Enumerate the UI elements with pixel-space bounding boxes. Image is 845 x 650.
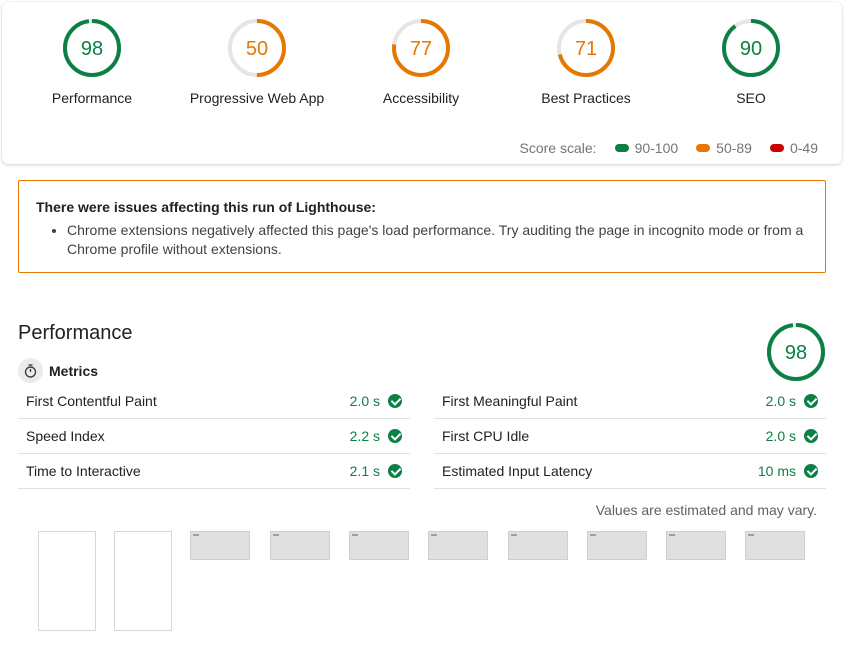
check-circle-icon xyxy=(804,429,818,443)
average-pill-icon xyxy=(696,144,711,152)
performance-section-title: Performance xyxy=(18,322,133,344)
stopwatch-icon xyxy=(18,358,43,383)
score-summary-card: 98 Performance 50 Progressive Web App 77… xyxy=(2,2,842,164)
metric-name: First CPU Idle xyxy=(442,428,530,444)
filmstrip-frame xyxy=(666,531,726,560)
metrics-left-column: First Contentful Paint 2.0 s Speed Index… xyxy=(18,384,410,489)
metric-value: 2.0 s xyxy=(765,428,796,444)
check-circle-icon xyxy=(804,464,818,478)
gauge-ring: 98 xyxy=(63,19,121,77)
gauge-ring: 77 xyxy=(392,19,450,77)
gauge-best-practices[interactable]: 71 Best Practices xyxy=(501,18,671,106)
score-scale-legend: Score scale: 90-100 50-89 0-49 xyxy=(520,140,818,156)
metric-row: First Meaningful Paint 2.0 s xyxy=(434,384,826,419)
metrics-label: Metrics xyxy=(49,362,99,379)
gauge-ring: 90 xyxy=(722,19,780,77)
metric-value: 10 ms xyxy=(757,463,796,479)
values-estimated-note: Values are estimated and may vary. xyxy=(595,502,817,518)
metric-row: First Contentful Paint 2.0 s xyxy=(18,384,410,419)
metric-value: 2.1 s xyxy=(349,463,380,479)
gauge-label: Performance xyxy=(51,90,133,106)
metric-name: First Meaningful Paint xyxy=(442,393,578,409)
metrics-right-column: First Meaningful Paint 2.0 s First CPU I… xyxy=(434,384,826,489)
metric-name: Time to Interactive xyxy=(26,463,141,479)
check-circle-icon xyxy=(388,394,402,408)
run-warning-box: There were issues affecting this run of … xyxy=(18,180,826,273)
gauge-score: 98 xyxy=(81,38,103,60)
warning-list: Chrome extensions negatively affected th… xyxy=(67,221,809,259)
gauge-performance[interactable]: 98 Performance xyxy=(7,18,177,106)
filmstrip-frame xyxy=(428,531,488,560)
filmstrip-frame xyxy=(745,531,805,560)
metric-value: 2.0 s xyxy=(349,393,380,409)
gauge-score: 98 xyxy=(785,342,807,364)
gauge-label: Best Practices xyxy=(541,90,631,106)
metric-value: 2.2 s xyxy=(349,428,380,444)
filmstrip-frame xyxy=(508,531,568,560)
pass-pill-icon xyxy=(614,144,629,152)
check-circle-icon xyxy=(388,429,402,443)
warning-item: Chrome extensions negatively affected th… xyxy=(67,221,809,259)
scale-pass: 90-100 xyxy=(614,140,679,156)
metric-row: Time to Interactive 2.1 s xyxy=(18,454,410,489)
fail-pill-icon xyxy=(769,144,784,152)
gauge-score: 77 xyxy=(410,38,432,60)
scale-range: 90-100 xyxy=(634,140,679,156)
gauge-pwa[interactable]: 50 Progressive Web App xyxy=(172,18,342,106)
scale-range: 0-49 xyxy=(789,140,818,156)
filmstrip-frame xyxy=(190,531,250,560)
filmstrip-frame xyxy=(587,531,647,560)
gauge-score: 71 xyxy=(575,38,597,60)
metric-row: Speed Index 2.2 s xyxy=(18,419,410,454)
scale-fail: 0-49 xyxy=(769,140,818,156)
warning-title: There were issues affecting this run of … xyxy=(36,199,376,215)
scale-average: 50-89 xyxy=(696,140,752,156)
metric-name: Estimated Input Latency xyxy=(442,463,593,479)
gauge-score: 50 xyxy=(246,38,268,60)
metric-row: Estimated Input Latency 10 ms xyxy=(434,454,826,489)
gauge-accessibility[interactable]: 77 Accessibility xyxy=(336,18,506,106)
score-scale-label: Score scale: xyxy=(519,140,597,156)
filmstrip-frame xyxy=(349,531,409,560)
gauge-ring: 50 xyxy=(228,19,286,77)
metric-name: Speed Index xyxy=(26,428,105,444)
metrics-header[interactable]: Metrics xyxy=(18,358,98,383)
gauge-ring: 98 xyxy=(767,323,825,381)
check-circle-icon xyxy=(804,394,818,408)
check-circle-icon xyxy=(388,464,402,478)
metric-name: First Contentful Paint xyxy=(26,393,157,409)
gauge-score: 90 xyxy=(740,38,762,60)
performance-gauge[interactable]: 98 xyxy=(766,322,826,387)
metric-value: 2.0 s xyxy=(765,393,796,409)
gauge-label: Accessibility xyxy=(382,90,460,106)
filmstrip-frame xyxy=(270,531,330,560)
filmstrip-frame xyxy=(114,531,172,631)
gauge-label: SEO xyxy=(736,90,766,106)
metric-row: First CPU Idle 2.0 s xyxy=(434,419,826,454)
scale-range: 50-89 xyxy=(716,140,752,156)
gauge-seo[interactable]: 90 SEO xyxy=(666,18,836,106)
gauge-label: Progressive Web App xyxy=(189,90,325,106)
gauge-ring: 71 xyxy=(557,19,615,77)
filmstrip-frame xyxy=(38,531,96,631)
